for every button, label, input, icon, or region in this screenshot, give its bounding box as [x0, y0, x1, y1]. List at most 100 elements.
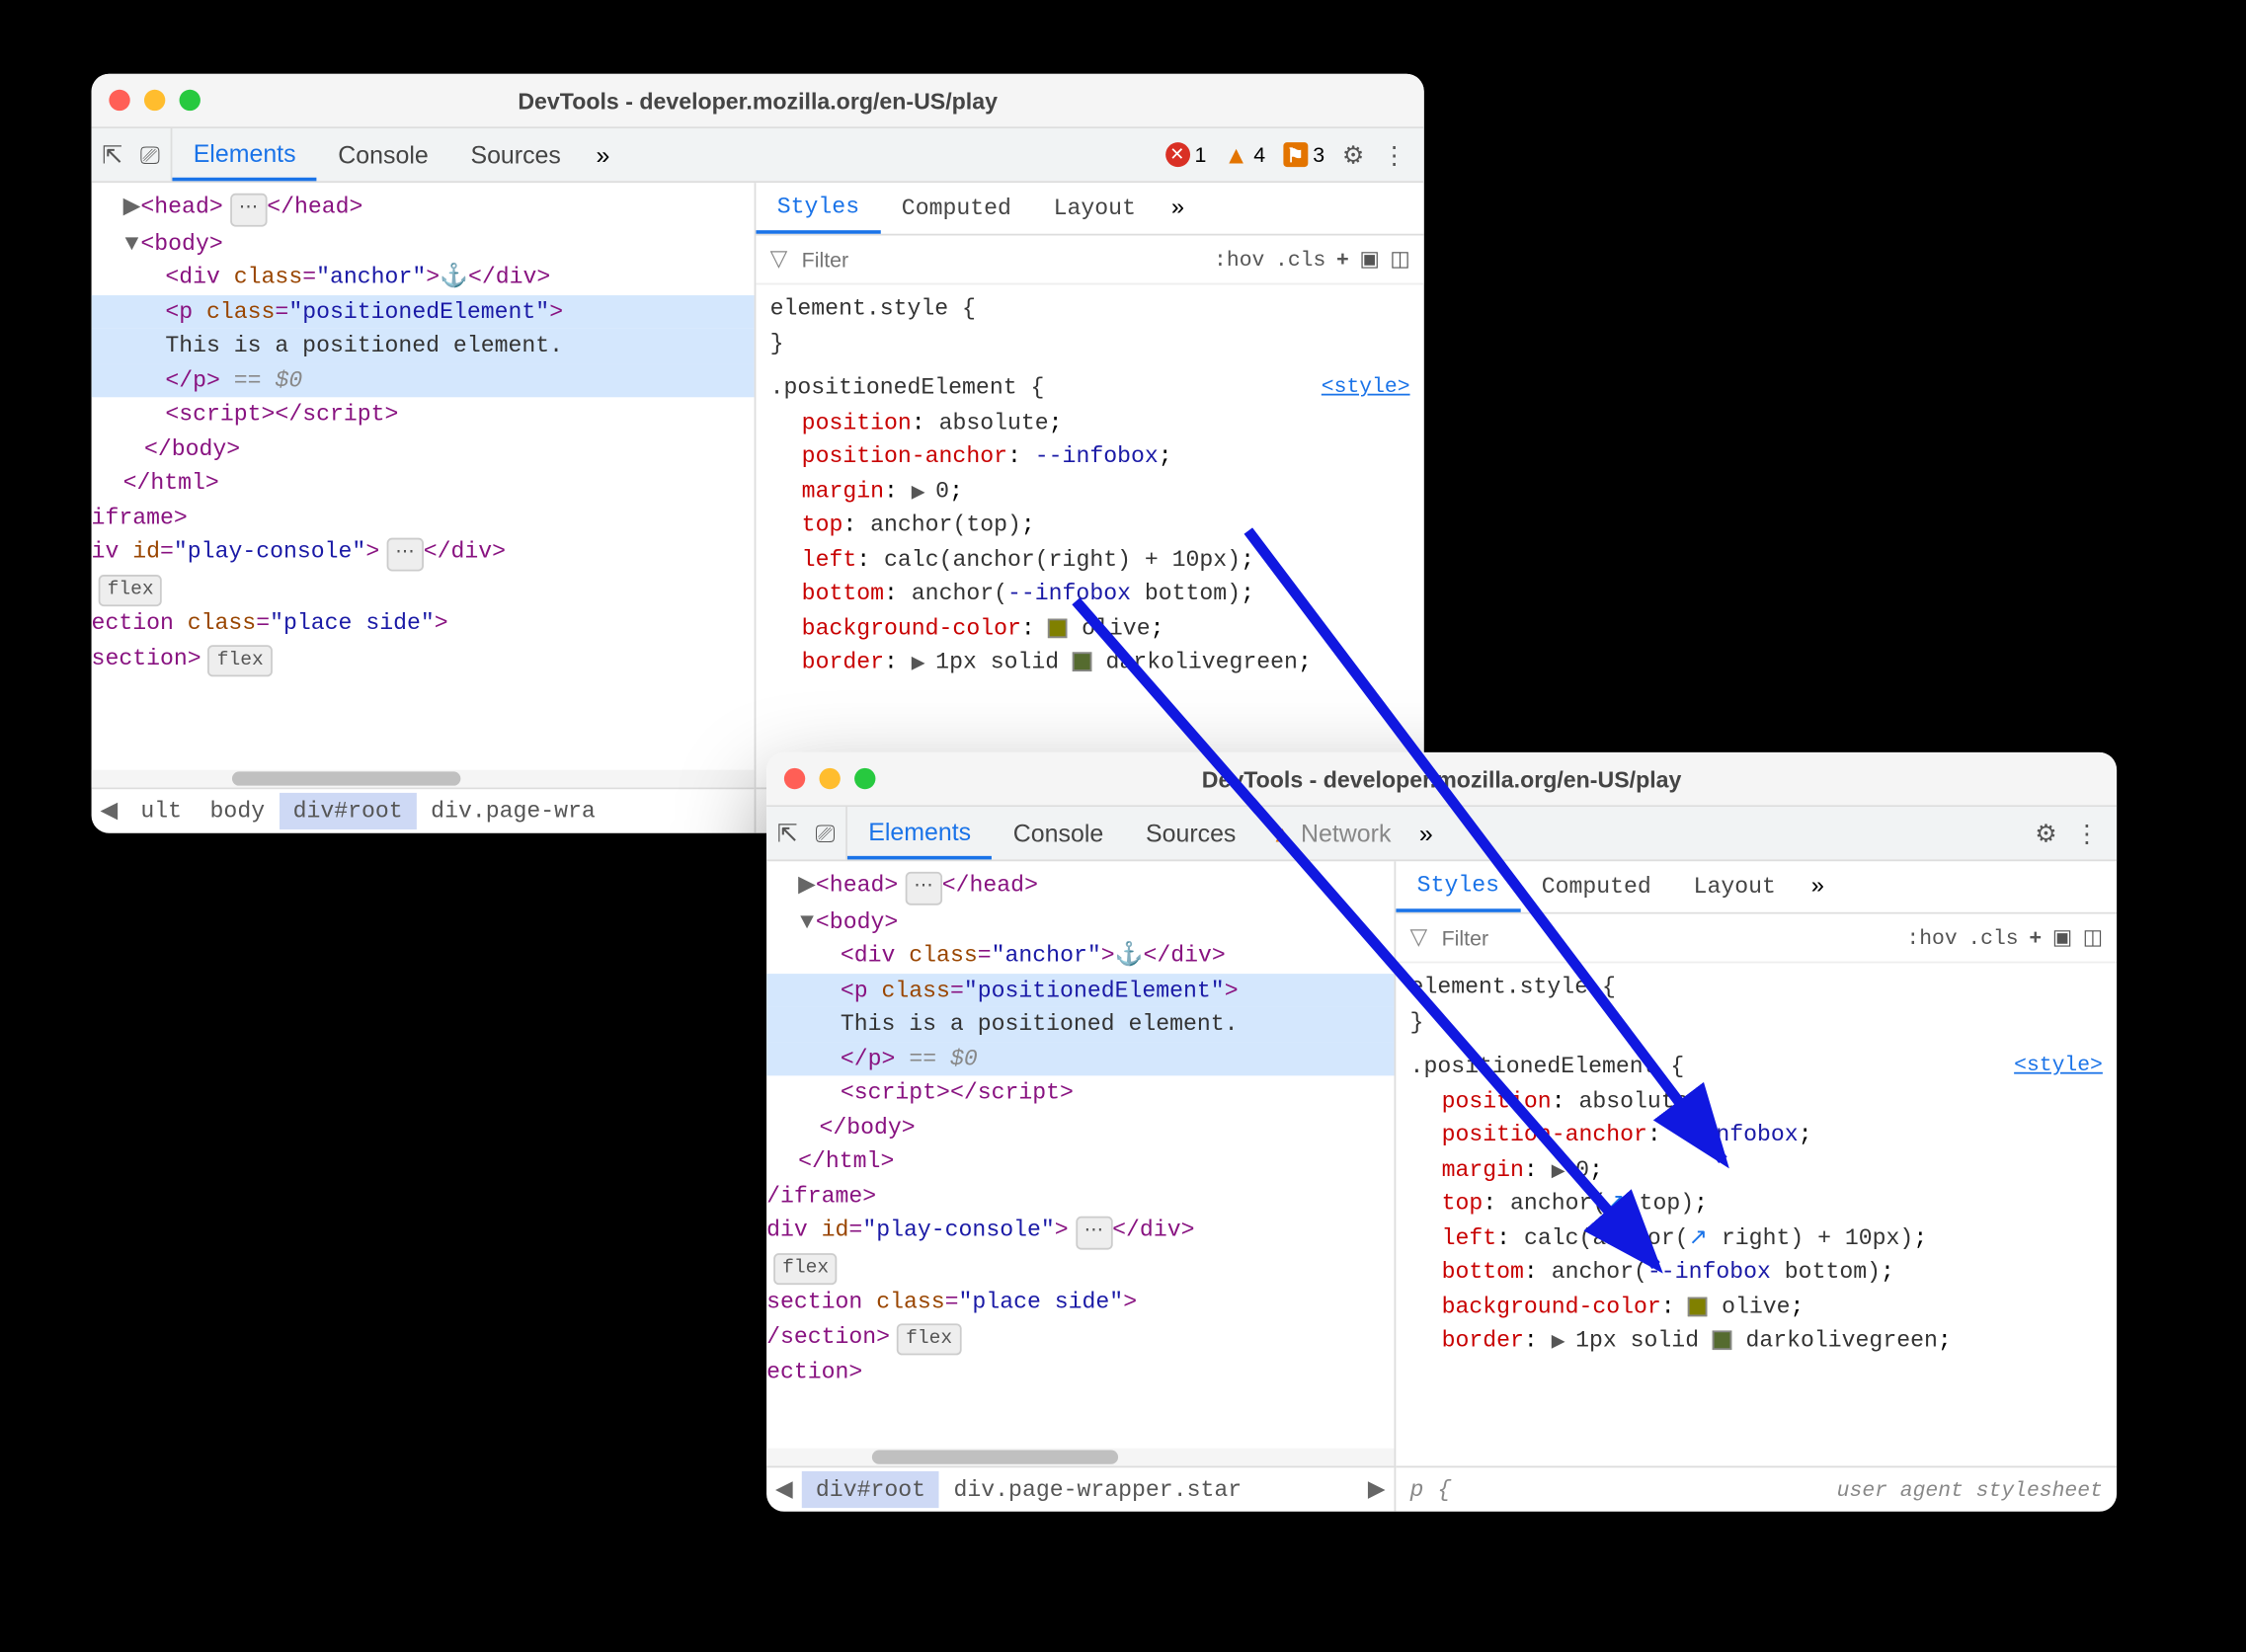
user-agent-stylesheet-label: user agent stylesheet	[1837, 1477, 2103, 1502]
chevron-right-icon[interactable]: »	[1797, 861, 1838, 912]
dom-selected-p[interactable]: <p class="positionedElement">	[92, 294, 755, 329]
caret-icon[interactable]: ▶	[798, 868, 816, 903]
anchor-link-icon[interactable]: ↗	[1606, 1190, 1625, 1217]
tab-styles[interactable]: Styles	[1396, 861, 1520, 912]
dom-body-open[interactable]: <body>	[140, 229, 222, 256]
caret-down-icon[interactable]: ▼	[123, 226, 141, 261]
chevron-right-icon[interactable]: »	[582, 128, 623, 181]
cls-toggle[interactable]: .cls	[1967, 925, 2018, 950]
tab-elements[interactable]: Elements	[847, 807, 993, 859]
tab-computed[interactable]: Computed	[880, 183, 1032, 234]
panel-icon[interactable]: ◫	[1390, 246, 1409, 273]
element-style-open[interactable]: element.style {	[770, 291, 1410, 326]
titlebar: DevTools - developer.mozilla.org/en-US/p…	[92, 74, 1424, 126]
caret-icon[interactable]: ▶	[123, 190, 141, 224]
tab-sources[interactable]: Sources	[1125, 807, 1257, 859]
crumb-right-icon[interactable]: ▶	[1359, 1476, 1395, 1503]
anchor-link-icon[interactable]: ↗	[1689, 1224, 1708, 1251]
window-title: DevTools - developer.mozilla.org/en-US/p…	[784, 765, 2099, 792]
cls-toggle[interactable]: .cls	[1275, 247, 1325, 272]
device-icon[interactable]: ⎚	[815, 819, 835, 848]
maximize-icon[interactable]	[854, 768, 875, 789]
rule-selector[interactable]: .positionedElement {	[770, 374, 1045, 401]
tab-network[interactable]: ▲Network	[1257, 807, 1405, 859]
close-icon[interactable]	[784, 768, 805, 789]
color-swatch-icon[interactable]	[1049, 618, 1069, 638]
elements-pane: ▶<head>⋯</head> ▼<body> <div class="anch…	[766, 861, 1396, 1512]
tab-sources[interactable]: Sources	[449, 128, 582, 181]
caret-down-icon[interactable]: ▼	[798, 905, 816, 939]
crumb-item[interactable]: body	[196, 793, 279, 829]
chevron-right-icon[interactable]: »	[1405, 807, 1447, 859]
styles-rules[interactable]: element.style { } <style>.positionedElem…	[1396, 963, 2117, 1465]
filter-icon[interactable]: ▽	[770, 246, 788, 273]
flex-badge[interactable]: flex	[99, 574, 163, 606]
filter-input[interactable]	[798, 245, 904, 273]
flex-badge[interactable]: flex	[897, 1322, 961, 1355]
p-rule: p {	[1410, 1476, 1452, 1503]
panel-icon[interactable]: ◫	[2083, 924, 2103, 951]
crumb-left-icon[interactable]: ◀	[766, 1476, 802, 1503]
devtools-window-a: DevTools - developer.mozilla.org/en-US/p…	[92, 74, 1424, 833]
breadcrumb: ◀ ult body div#root div.page-wra	[92, 787, 755, 832]
styles-rules[interactable]: element.style { } <style>.positionedElem…	[756, 284, 1423, 787]
flex-badge[interactable]: flex	[773, 1252, 838, 1285]
flex-badge[interactable]: flex	[208, 644, 273, 676]
minimize-icon[interactable]	[144, 90, 165, 111]
styles-pane: Styles Computed Layout » ▽ :hov .cls + ▣…	[1396, 861, 2117, 1512]
tab-styles[interactable]: Styles	[756, 183, 880, 234]
titlebar: DevTools - developer.mozilla.org/en-US/p…	[766, 752, 2117, 805]
kebab-icon[interactable]: ⋮	[2074, 819, 2099, 848]
color-swatch-icon[interactable]	[1073, 652, 1092, 671]
issue-count[interactable]: ⚑3	[1283, 142, 1324, 167]
crumb-item-active[interactable]: div#root	[802, 1471, 940, 1508]
error-count[interactable]: ✕1	[1164, 142, 1206, 167]
hov-toggle[interactable]: :hov	[1214, 247, 1264, 272]
color-swatch-icon[interactable]	[1713, 1331, 1732, 1351]
style-source-link[interactable]: <style>	[1322, 371, 1410, 403]
h-scrollbar[interactable]	[92, 770, 755, 788]
crumb-item[interactable]: ult	[126, 793, 196, 829]
crumb-left-icon[interactable]: ◀	[92, 798, 127, 825]
brush-icon[interactable]: ▣	[1359, 246, 1379, 273]
dom-tree[interactable]: ▶<head>⋯</head> ▼<body> <div class="anch…	[766, 861, 1394, 1449]
tab-elements[interactable]: Elements	[172, 128, 317, 181]
h-scrollbar[interactable]	[766, 1449, 1394, 1466]
tab-console[interactable]: Console	[317, 128, 449, 181]
device-icon[interactable]: ⎚	[140, 140, 160, 170]
dots-pill[interactable]: ⋯	[230, 194, 267, 226]
minimize-icon[interactable]	[819, 768, 840, 789]
maximize-icon[interactable]	[180, 90, 201, 111]
tab-computed[interactable]: Computed	[1520, 861, 1672, 912]
gear-icon[interactable]: ⚙	[1342, 140, 1364, 170]
crumb-item[interactable]: div.page-wra	[417, 793, 609, 829]
warning-count[interactable]: ▲4	[1224, 140, 1265, 168]
dom-head[interactable]: <head>	[140, 194, 222, 220]
dom-selected-p[interactable]: <p class="positionedElement">	[766, 973, 1394, 1007]
tab-layout[interactable]: Layout	[1672, 861, 1797, 912]
tab-layout[interactable]: Layout	[1032, 183, 1157, 234]
hov-toggle[interactable]: :hov	[1906, 925, 1957, 950]
window-title: DevTools - developer.mozilla.org/en-US/p…	[109, 87, 1406, 114]
traffic-lights	[109, 90, 201, 111]
new-rule-icon[interactable]: +	[1336, 247, 1349, 272]
styles-pane: Styles Computed Layout » ▽ :hov .cls + ▣…	[756, 183, 1423, 833]
inspect-icon[interactable]: ⇱	[102, 140, 122, 170]
crumb-item[interactable]: div.page-wrapper.star	[939, 1471, 1255, 1508]
gear-icon[interactable]: ⚙	[2035, 819, 2056, 848]
inspect-icon[interactable]: ⇱	[777, 819, 798, 848]
dom-tree[interactable]: ▶<head>⋯</head> ▼<body> <div class="anch…	[92, 183, 755, 770]
close-icon[interactable]	[109, 90, 129, 111]
traffic-lights	[784, 768, 876, 789]
filter-icon[interactable]: ▽	[1410, 924, 1428, 951]
kebab-icon[interactable]: ⋮	[1382, 140, 1406, 170]
brush-icon[interactable]: ▣	[2052, 924, 2072, 951]
tab-console[interactable]: Console	[992, 807, 1124, 859]
filter-input[interactable]	[1438, 923, 1544, 951]
color-swatch-icon[interactable]	[1689, 1297, 1709, 1316]
crumb-item-active[interactable]: div#root	[279, 793, 417, 829]
chevron-right-icon[interactable]: »	[1157, 183, 1198, 234]
main-toolbar: ⇱ ⎚ Elements Console Sources ▲Network » …	[766, 805, 2117, 861]
style-source-link[interactable]: <style>	[2014, 1050, 2103, 1081]
new-rule-icon[interactable]: +	[2029, 925, 2042, 950]
